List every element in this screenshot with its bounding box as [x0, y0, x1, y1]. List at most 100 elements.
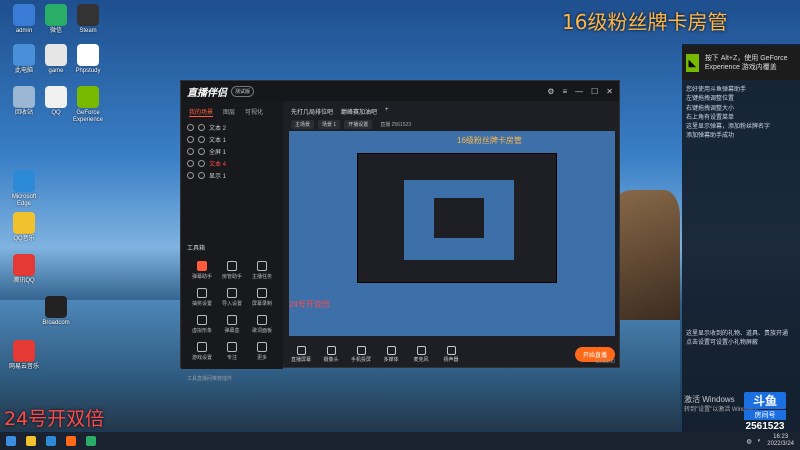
eye-icon[interactable]: [187, 135, 194, 143]
eye-icon[interactable]: [187, 147, 194, 155]
minimize-icon[interactable]: —: [575, 87, 583, 96]
tool-button[interactable]: 主播任务: [247, 261, 277, 280]
help-lines: 您好使用斗鱼弹幕助手 左键拖拽调整位置 右键拖拽调整大小 右上角有设置菜单 这里…: [686, 86, 796, 142]
nvidia-popup[interactable]: ◣ 按下 Alt+Z，使用 GeForce Experience 游戏内覆盖: [682, 46, 800, 80]
tool-label: 屏幕录制: [251, 301, 272, 307]
layer-row[interactable]: 全屏 1: [181, 145, 283, 157]
wechat-icon[interactable]: [86, 436, 96, 446]
lock-icon[interactable]: [198, 135, 205, 143]
desktop-icon[interactable]: 网易云音乐: [4, 340, 44, 371]
explorer-icon[interactable]: [26, 436, 36, 446]
app-badge: 测试版: [231, 85, 255, 97]
network-icon[interactable]: ◍: [746, 438, 751, 445]
source-label: 摄像头: [323, 356, 339, 363]
desktop-icon[interactable]: GeForce Experience: [68, 86, 108, 123]
layer-name: 文本 1: [209, 137, 227, 144]
app-icon: [13, 254, 35, 276]
tool-label: 游戏设置: [191, 355, 212, 361]
start-icon[interactable]: [6, 436, 16, 446]
toolbox-hint: 工具直播间推荐插件: [187, 376, 233, 382]
overlay-bottom-text: 24号开双倍: [4, 408, 105, 430]
app-icon: [45, 4, 67, 26]
tool-label: 弹幕助手: [191, 274, 212, 280]
desktop-icon-label: Broadcom: [42, 320, 70, 326]
chip-main-scene[interactable]: 主场景: [291, 120, 315, 129]
tool-button[interactable]: 导入设置: [217, 288, 247, 307]
tool-button[interactable]: 歌词面板: [247, 315, 277, 334]
clock[interactable]: 16:23 2022/3/24: [767, 434, 794, 447]
toolbox-label: 工具箱: [187, 246, 206, 252]
tool-icon: [227, 315, 237, 325]
chip-live-settings[interactable]: 开播设置: [344, 120, 373, 129]
tab-visual[interactable]: 可视化: [245, 107, 263, 117]
desktop-icon[interactable]: QQ音乐: [4, 212, 44, 243]
live-assistant-window: 直播伴侣 测试版 ⚙ ≡ — ☐ ✕ 我的场景 图层 可视化 文本 2 文本 1 全…: [180, 80, 621, 382]
source-button[interactable]: 摄像头: [319, 345, 343, 363]
app-icon: [77, 44, 99, 66]
source-icon: [446, 345, 456, 355]
main-tabs: 先打几局排位吧 巅峰赛加油吧 +: [283, 101, 621, 116]
tool-icon: [257, 342, 267, 352]
app-icon: [13, 340, 35, 362]
tool-button[interactable]: 抽奖设置: [187, 288, 217, 307]
app-sidebar: 我的场景 图层 可视化 文本 2 文本 1 全屏 1 文本 4 显示 1 工具箱 弹幕助…: [181, 101, 283, 382]
layer-row[interactable]: 文本 1: [181, 133, 283, 145]
menu-icon[interactable]: ≡: [562, 87, 567, 96]
tab-scene-1[interactable]: 先打几局排位吧: [291, 107, 333, 116]
desktop-icon[interactable]: 腾讯QQ: [4, 254, 44, 285]
lock-icon[interactable]: [198, 147, 205, 155]
tool-button[interactable]: 游戏设置: [187, 342, 217, 361]
live-assistant-icon[interactable]: [66, 436, 76, 446]
close-icon[interactable]: ✕: [606, 87, 613, 96]
tab-scene-2[interactable]: 巅峰赛加油吧: [341, 107, 377, 116]
desktop-icon[interactable]: Microsoft Edge: [4, 170, 44, 207]
source-button[interactable]: 手机投屏: [349, 345, 373, 363]
tool-button[interactable]: 弹幕助手: [187, 261, 217, 280]
eye-icon[interactable]: [187, 171, 194, 179]
tab-layers[interactable]: 图层: [223, 107, 235, 117]
add-tab-button[interactable]: +: [385, 107, 389, 116]
lock-icon[interactable]: [198, 159, 205, 167]
tool-button[interactable]: 更多: [247, 342, 277, 361]
tool-icon: [197, 288, 207, 298]
tool-label: 虚拟形象: [191, 328, 212, 334]
source-toolbar: 直播屏幕 摄像头 手机投屏 多媒体 麦克风 扬声器 开始直播: [283, 339, 621, 369]
help-line: 添加弹幕助手成功: [686, 133, 735, 140]
lock-icon[interactable]: [198, 123, 205, 131]
tool-button[interactable]: 房管助手: [217, 261, 247, 280]
app-titlebar[interactable]: 直播伴侣 测试版 ⚙ ≡ — ☐ ✕: [181, 81, 619, 101]
desktop-icon[interactable]: Steam: [68, 4, 108, 35]
lock-icon[interactable]: [198, 171, 205, 179]
layer-row[interactable]: 文本 2: [181, 121, 283, 133]
edge-icon[interactable]: [46, 436, 56, 446]
source-button[interactable]: 多媒体: [379, 345, 403, 363]
chip-scene-1[interactable]: 场景 1: [318, 120, 341, 129]
maximize-icon[interactable]: ☐: [591, 87, 598, 96]
desktop-icon[interactable]: Phpstudy: [68, 44, 108, 75]
settings-icon[interactable]: ⚙: [547, 87, 554, 96]
source-icon: [296, 345, 306, 355]
tab-scenes[interactable]: 我的场景: [189, 107, 214, 117]
source-buttons: 直播屏幕 摄像头 手机投屏 多媒体 麦克风 扬声器: [289, 345, 463, 363]
layer-row[interactable]: 文本 4: [181, 157, 283, 169]
source-button[interactable]: 直播屏幕: [289, 345, 313, 363]
desktop-icon[interactable]: Broadcom: [36, 296, 76, 327]
volume-icon[interactable]: ◐: [758, 438, 762, 444]
tool-button[interactable]: 屏幕录制: [247, 288, 277, 307]
douyu-room-id: 2561523: [745, 421, 785, 432]
source-label: 扬声器: [443, 356, 459, 363]
source-button[interactable]: 扬声器: [439, 345, 463, 363]
tool-button[interactable]: 弹幕盒: [217, 315, 247, 334]
tool-button[interactable]: 虚拟形象: [187, 315, 217, 334]
stream-preview[interactable]: 16级粉丝牌卡房管 24号开双倍: [289, 131, 615, 336]
eye-icon[interactable]: [187, 123, 194, 131]
eye-icon[interactable]: [187, 159, 194, 167]
desktop-icon-label: 网易云音乐: [8, 364, 39, 370]
app-icon: [13, 212, 35, 234]
tool-icon: [257, 261, 267, 271]
layer-row[interactable]: 显示 1: [181, 169, 283, 181]
help-line: 您好使用斗鱼弹幕助手: [686, 87, 747, 93]
toolbox-grid: 弹幕助手 房管助手 主播任务抽奖设置 导入设置 屏幕录制虚拟形象 弹幕盒 歌词面板游戏设置 专…: [187, 261, 279, 361]
source-button[interactable]: 麦克风: [409, 345, 433, 363]
tool-button[interactable]: 专注: [217, 342, 247, 361]
